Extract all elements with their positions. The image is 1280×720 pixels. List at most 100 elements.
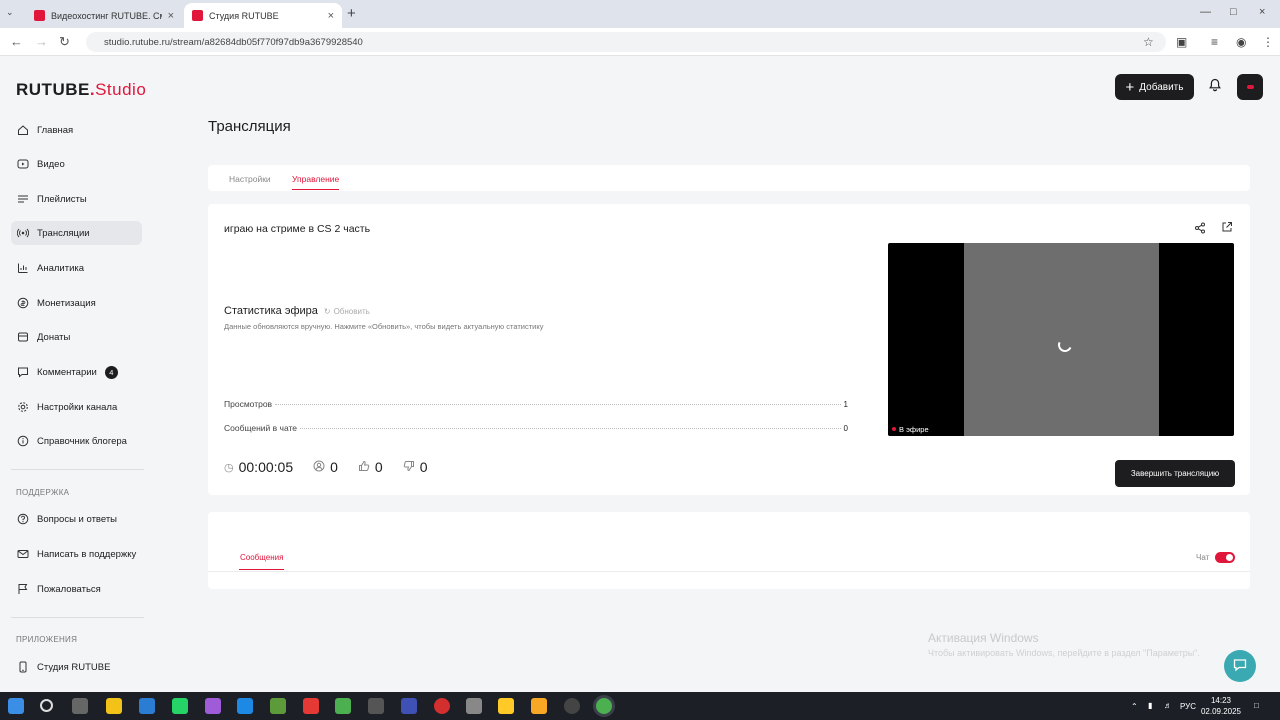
sidebar-item-comments[interactable]: Комментарии 4 bbox=[11, 360, 142, 384]
duration-value: 00:00:05 bbox=[238, 459, 294, 475]
share-icon[interactable] bbox=[1194, 222, 1206, 237]
tab-management[interactable]: Управление bbox=[292, 174, 340, 190]
yandex-browser-icon[interactable] bbox=[106, 698, 122, 714]
app-icon[interactable] bbox=[466, 698, 482, 714]
bookmark-star-icon[interactable]: ☆ bbox=[1143, 35, 1154, 49]
studio-app: RUTUBE.Studio + Добавить Главная Видео П… bbox=[0, 56, 1280, 692]
sidebar-item-label: Пожаловаться bbox=[37, 583, 101, 595]
stream-preview-player[interactable]: В эфире bbox=[888, 243, 1234, 436]
video-icon bbox=[17, 158, 29, 170]
back-icon[interactable]: ← bbox=[10, 34, 23, 49]
sidebar-item-label: Аналитика bbox=[37, 262, 85, 274]
likes-value: 0 bbox=[374, 459, 383, 475]
live-badge: В эфире bbox=[888, 422, 934, 436]
network-icon[interactable]: ▮ bbox=[1148, 701, 1152, 710]
url-field[interactable]: studio.rutube.ru/stream/a82684db05f770f9… bbox=[86, 32, 1166, 52]
add-button[interactable]: + Добавить bbox=[1115, 74, 1194, 100]
dotted-leader bbox=[275, 404, 841, 405]
stats-heading-text: Статистика эфира bbox=[224, 305, 318, 317]
end-stream-button[interactable]: Завершить трансляцию bbox=[1115, 460, 1235, 487]
forward-icon[interactable]: → bbox=[35, 34, 48, 49]
tab-search-icon[interactable]: ⌄ bbox=[6, 7, 14, 18]
thumbs-down-icon bbox=[403, 460, 415, 475]
opera-icon[interactable] bbox=[434, 698, 450, 714]
chat-card: Сообщения Чат bbox=[208, 512, 1250, 589]
search-icon[interactable] bbox=[40, 699, 53, 712]
sidebar-item-channel-settings[interactable]: Настройки канала bbox=[11, 395, 142, 419]
sidebar-item-label: Плейлисты bbox=[37, 193, 87, 205]
close-window-icon[interactable]: × bbox=[1259, 6, 1265, 18]
new-tab-button[interactable]: + bbox=[347, 5, 356, 22]
notifications-icon[interactable]: □ bbox=[1254, 701, 1259, 710]
sidebar-item-playlists[interactable]: Плейлисты bbox=[11, 187, 142, 211]
clock-date: 02.09.2025 bbox=[1200, 707, 1242, 716]
bell-icon[interactable] bbox=[1208, 78, 1222, 95]
minecraft-icon[interactable] bbox=[270, 698, 286, 714]
task-view-icon[interactable] bbox=[72, 698, 88, 714]
game-launcher-icon[interactable] bbox=[401, 698, 417, 714]
stat-row-views: Просмотров 1 bbox=[224, 399, 848, 409]
yandex-icon[interactable] bbox=[303, 698, 319, 714]
maximize-icon[interactable]: □ bbox=[1230, 6, 1237, 18]
duration-counter: ◷ 00:00:05 bbox=[224, 459, 293, 475]
sidebar-item-donations[interactable]: Донаты bbox=[11, 325, 142, 349]
close-tab-icon[interactable]: × bbox=[168, 10, 174, 22]
live-badge-label: В эфире bbox=[899, 424, 929, 434]
sidebar-item-write-support[interactable]: Написать в поддержку bbox=[11, 542, 142, 566]
sidebar-item-blogger-guide[interactable]: Справочник блогера bbox=[11, 429, 142, 453]
game-app-icon[interactable] bbox=[205, 698, 221, 714]
avatar[interactable] bbox=[1237, 74, 1263, 100]
close-tab-icon[interactable]: × bbox=[328, 10, 334, 22]
playlist-icon bbox=[17, 193, 29, 205]
profile-icon[interactable]: ◉ bbox=[1236, 35, 1246, 49]
support-heading: ПОДДЕРЖКА bbox=[16, 488, 70, 497]
open-external-icon[interactable] bbox=[1221, 221, 1233, 236]
tab-settings[interactable]: Настройки bbox=[229, 174, 271, 184]
sidebar-item-analytics[interactable]: Аналитика bbox=[11, 256, 142, 280]
sidebar-item-video[interactable]: Видео bbox=[11, 152, 142, 176]
volume-icon[interactable]: ♬ bbox=[1164, 701, 1172, 710]
minimize-icon[interactable]: — bbox=[1200, 6, 1211, 18]
tray-chevron-icon[interactable]: ⌃ bbox=[1131, 702, 1138, 711]
game-icon[interactable] bbox=[498, 698, 514, 714]
browser-tab-rutube[interactable]: Видеохостинг RUTUBE. Смотр... × bbox=[26, 3, 182, 28]
apps-heading: ПРИЛОЖЕНИЯ bbox=[16, 635, 78, 644]
sidebar-item-monetization[interactable]: Монетизация bbox=[11, 291, 142, 315]
sidebar-item-broadcasts[interactable]: Трансляции bbox=[11, 221, 142, 245]
clock[interactable]: 14:23 02.09.2025 bbox=[1196, 695, 1246, 717]
sidebar-item-label: Донаты bbox=[37, 331, 71, 343]
plus-icon: + bbox=[1125, 78, 1135, 96]
edge-icon[interactable] bbox=[237, 698, 253, 714]
menu-icon[interactable]: ⋮ bbox=[1262, 35, 1274, 49]
file-explorer-icon[interactable] bbox=[531, 698, 547, 714]
sidebar-item-studio-app[interactable]: Студия RUTUBE bbox=[11, 655, 142, 679]
page-tabs: Настройки Управление bbox=[208, 165, 1250, 191]
phone-icon bbox=[17, 661, 29, 673]
sidebar-item-report[interactable]: Пожаловаться bbox=[11, 577, 142, 601]
dotted-leader bbox=[300, 428, 841, 429]
tab-messages[interactable]: Сообщения bbox=[238, 553, 285, 570]
support-chat-button[interactable] bbox=[1224, 650, 1256, 682]
whatsapp-icon[interactable] bbox=[172, 698, 188, 714]
monetization-icon bbox=[17, 297, 29, 309]
extensions-icon[interactable]: ▣ bbox=[1176, 35, 1187, 49]
windows-activation-title: Активация Windows bbox=[928, 631, 1039, 645]
dislikes-value: 0 bbox=[419, 459, 428, 475]
refresh-button[interactable]: ↻ Обновить bbox=[324, 307, 370, 316]
add-button-label: Добавить bbox=[1139, 81, 1184, 93]
start-icon[interactable] bbox=[8, 698, 24, 714]
language-indicator[interactable]: РУС bbox=[1180, 702, 1196, 711]
chrome-icon[interactable] bbox=[596, 698, 612, 714]
browser-tab-studio[interactable]: Студия RUTUBE × bbox=[184, 3, 342, 28]
outlook-icon[interactable] bbox=[139, 698, 155, 714]
rutube-studio-logo[interactable]: RUTUBE.Studio bbox=[16, 80, 146, 100]
chat-toggle[interactable] bbox=[1215, 552, 1235, 563]
media-icon[interactable]: ≡ bbox=[1211, 35, 1218, 49]
chrome-old-icon[interactable] bbox=[335, 698, 351, 714]
browser-tab-label: Студия RUTUBE bbox=[209, 10, 279, 21]
sidebar-item-faq[interactable]: Вопросы и ответы bbox=[11, 507, 142, 531]
reload-icon[interactable]: ↻ bbox=[59, 34, 70, 50]
obs-icon[interactable] bbox=[564, 698, 580, 714]
world-of-tanks-icon[interactable] bbox=[368, 698, 384, 714]
sidebar-item-home[interactable]: Главная bbox=[11, 118, 142, 142]
